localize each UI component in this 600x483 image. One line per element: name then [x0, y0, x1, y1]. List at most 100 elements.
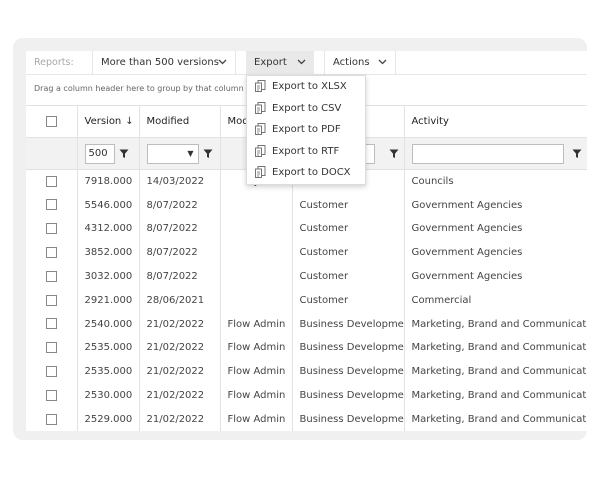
export-button[interactable]: Export	[246, 51, 314, 75]
export-button-label: Export	[254, 57, 287, 68]
cell-type: Customer	[292, 288, 405, 313]
row-select-cell[interactable]	[26, 288, 78, 313]
row-select-cell[interactable]	[26, 407, 78, 431]
cell-type: Customer	[292, 193, 405, 218]
row-checkbox[interactable]	[45, 389, 57, 401]
export-menu-item-rtf[interactable]: Export to RTF	[247, 141, 365, 163]
row-checkbox[interactable]	[45, 294, 57, 306]
cell-version: 4312.000	[77, 217, 140, 241]
row-checkbox[interactable]	[45, 223, 57, 235]
cell-activity: Marketing, Brand and Communications	[411, 366, 588, 378]
table-row[interactable]: 2529.000 21/02/2022 Flow Admin Business …	[26, 407, 587, 431]
cell-type: Customer	[292, 264, 405, 289]
cell-version: 5546.000	[77, 193, 140, 218]
cell-modified: 21/02/2022	[139, 407, 221, 431]
filter-cell-modified: ▼	[139, 137, 221, 170]
row-select-cell[interactable]	[26, 336, 78, 360]
cell-modified: 28/06/2021	[139, 288, 221, 313]
table-row[interactable]: 3852.000 8/07/2022 Customer Government A…	[26, 240, 587, 265]
caret-down-icon: ▼	[187, 148, 194, 158]
versions-dropdown[interactable]: More than 500 versions	[92, 51, 236, 75]
row-checkbox[interactable]	[45, 199, 57, 211]
row-select-cell[interactable]	[26, 383, 78, 408]
filter-icon[interactable]	[119, 149, 129, 159]
row-checkbox[interactable]	[45, 318, 57, 330]
cell-type: Business Development	[292, 336, 405, 360]
actions-button[interactable]: Actions	[324, 51, 396, 75]
cell-version: 2530.000	[77, 383, 140, 408]
activity-filter-input[interactable]	[411, 143, 564, 164]
column-header-modified[interactable]: Modified	[139, 105, 221, 138]
cell-version: 7918.000	[77, 169, 140, 194]
filter-cell-select	[26, 137, 78, 170]
select-all-cell[interactable]	[26, 105, 78, 138]
row-select-cell[interactable]	[26, 264, 78, 289]
cell-version: 2535.000	[77, 359, 140, 384]
cell-activity: Marketing, Brand and Communications	[411, 318, 588, 330]
table-row[interactable]: 3032.000 8/07/2022 Customer Government A…	[26, 264, 587, 289]
cell-type: Business Development	[292, 359, 405, 384]
filter-icon[interactable]	[572, 149, 582, 159]
cell-modified: 21/02/2022	[139, 359, 221, 384]
filter-cell-activity	[404, 137, 587, 170]
row-select-cell[interactable]	[26, 240, 78, 265]
row-checkbox[interactable]	[45, 247, 57, 259]
table-row[interactable]: 2530.000 21/02/2022 Flow Admin Business …	[26, 383, 587, 408]
export-menu-item-docx[interactable]: Export to DOCX	[247, 162, 365, 184]
cell-modified-by	[220, 288, 293, 313]
export-menu-item-pdf[interactable]: Export to PDF	[247, 119, 365, 141]
version-filter-input[interactable]: 500	[84, 143, 115, 164]
cell-modified: 21/02/2022	[139, 312, 221, 337]
row-checkbox[interactable]	[45, 342, 57, 354]
modified-filter-dropdown[interactable]: ▼	[146, 143, 199, 164]
column-header-activity-label: Activity	[411, 116, 449, 127]
cell-version: 2921.000	[77, 288, 140, 313]
reports-label: Reports:	[34, 57, 74, 68]
filter-icon[interactable]	[203, 149, 213, 159]
cell-type: Business Development	[292, 407, 405, 431]
table-row[interactable]: 2535.000 21/02/2022 Flow Admin Business …	[26, 336, 587, 360]
cell-modified-by	[220, 217, 293, 241]
file-export-icon	[255, 80, 266, 92]
row-checkbox[interactable]	[45, 175, 57, 187]
arrow-down-icon: ↓	[125, 116, 134, 127]
file-export-icon	[255, 101, 266, 114]
cell-modified: 8/07/2022	[139, 240, 221, 265]
export-menu-item-label: Export to CSV	[272, 102, 342, 114]
file-export-icon	[255, 123, 266, 136]
column-header-version[interactable]: Version ↓	[77, 105, 140, 138]
row-select-cell[interactable]	[26, 359, 78, 384]
table-row[interactable]: 2921.000 28/06/2021 Customer Commercial	[26, 288, 587, 313]
cell-activity: Commercial	[411, 294, 472, 306]
row-select-cell[interactable]	[26, 193, 78, 218]
column-header-activity[interactable]: Activity	[404, 105, 587, 138]
filter-icon[interactable]	[389, 149, 399, 159]
group-panel[interactable]: Drag a column header here to group by th…	[34, 84, 244, 93]
row-select-cell[interactable]	[26, 217, 78, 241]
table-row[interactable]: 2540.000 21/02/2022 Flow Admin Business …	[26, 312, 588, 337]
cell-activity: Marketing, Brand and Communications	[411, 342, 588, 354]
cell-version: 3032.000	[77, 264, 140, 289]
row-checkbox[interactable]	[45, 413, 57, 425]
cell-modified: 8/07/2022	[139, 193, 221, 218]
table-row[interactable]: 4312.000 8/07/2022 Customer Government A…	[26, 217, 587, 241]
export-menu: Export to XLSX Export to CSV Export to P…	[246, 75, 366, 185]
export-menu-item-label: Export to DOCX	[272, 167, 351, 179]
versions-dropdown-label: More than 500 versions	[101, 57, 219, 68]
actions-button-label: Actions	[333, 57, 370, 68]
cell-type: Business Development	[292, 312, 405, 337]
cell-version: 3852.000	[77, 240, 140, 265]
cell-activity: Councils	[411, 176, 454, 188]
file-export-icon	[255, 166, 266, 179]
table-row[interactable]: 5546.000 8/07/2022 Customer Government A…	[26, 193, 587, 218]
export-menu-item-csv[interactable]: Export to CSV	[247, 98, 365, 120]
row-checkbox[interactable]	[45, 366, 57, 378]
row-checkbox[interactable]	[45, 270, 57, 282]
row-select-cell[interactable]	[26, 169, 78, 194]
table-row[interactable]: 2535.000 21/02/2022 Flow Admin Business …	[26, 359, 588, 384]
select-all-checkbox[interactable]	[45, 115, 57, 127]
export-menu-item-xlsx[interactable]: Export to XLSX	[247, 76, 365, 98]
row-select-cell[interactable]	[26, 312, 78, 337]
cell-type: Business Development	[292, 383, 405, 408]
cell-modified: 8/07/2022	[139, 217, 221, 241]
